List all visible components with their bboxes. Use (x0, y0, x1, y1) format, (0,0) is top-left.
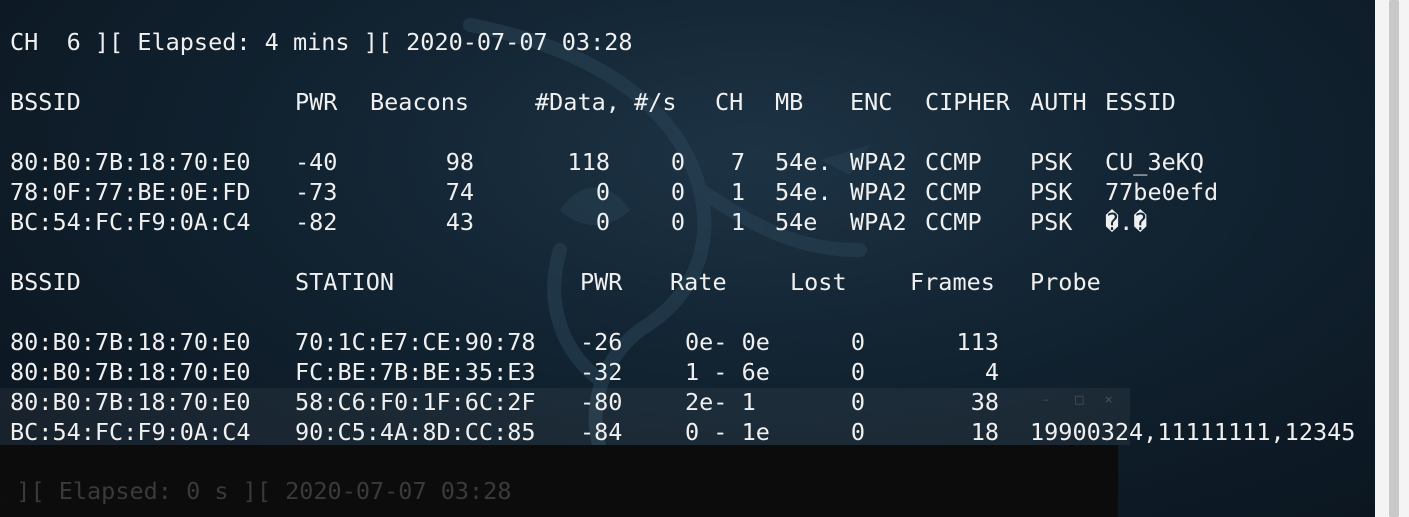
station-lost: 0 (850, 328, 865, 356)
station-frames: 113 (956, 328, 999, 356)
ap-bssid: BC:54:FC:F9:0A:C4 (10, 208, 251, 236)
ap-auth: PSK (1030, 178, 1073, 206)
station-mac: FC:BE:7B:BE:35:E3 (295, 358, 536, 386)
ap-data-rate: 0 (670, 178, 685, 206)
ap-data: 0 (595, 178, 610, 206)
station-frames: 38 (970, 388, 999, 416)
ap-pwr: -82 (295, 208, 338, 236)
station-lost: 0 (850, 418, 865, 446)
station-header-rate: Rate (670, 268, 727, 296)
ap-bssid: 80:B0:7B:18:70:E0 (10, 148, 251, 176)
station-mac: 58:C6:F0:1F:6C:2F (295, 388, 536, 416)
ap-header-ch: CH (715, 88, 744, 116)
station-bssid: BC:54:FC:F9:0A:C4 (10, 418, 251, 446)
ap-header-essid: ESSID (1105, 88, 1176, 116)
ap-data-rate: 0 (670, 208, 685, 236)
ap-enc: WPA2 (850, 148, 907, 176)
ap-mb: 54e (775, 208, 818, 236)
station-header-probe: Probe (1030, 268, 1101, 296)
ap-cipher: CCMP (925, 178, 982, 206)
station-pwr: -26 (580, 328, 623, 356)
scrollbar-thumb[interactable] (1389, 0, 1399, 517)
station-pwr: -32 (580, 358, 623, 386)
ap-header-auth: AUTH (1030, 88, 1087, 116)
station-header-pwr: PWR (580, 268, 623, 296)
ap-header-enc: ENC (850, 88, 893, 116)
ap-auth: PSK (1030, 148, 1073, 176)
ap-header-pwr: PWR (295, 88, 338, 116)
ap-pwr: -73 (295, 178, 338, 206)
station-frames: 4 (984, 358, 999, 386)
ap-pwr: -40 (295, 148, 338, 176)
ap-channel: 1 (730, 208, 745, 236)
station-header-lost: Lost (790, 268, 847, 296)
ap-essid: 77be0efd (1105, 178, 1219, 206)
ap-beacons: 98 (445, 148, 474, 176)
ap-data: 118 (567, 148, 610, 176)
ap-channel: 7 (730, 148, 745, 176)
station-header-station: STATION (295, 268, 395, 296)
status-line: CH 6 ][ Elapsed: 4 mins ][ 2020-07-07 03… (10, 28, 633, 56)
station-lost: 0 (850, 388, 865, 416)
station-rate: 2e- 1 (685, 388, 756, 416)
ap-cipher: CCMP (925, 208, 982, 236)
station-rate: 0 - 1e (685, 418, 770, 446)
station-bssid: 80:B0:7B:18:70:E0 (10, 388, 251, 416)
station-mac: 90:C5:4A:8D:CC:85 (295, 418, 536, 446)
ap-mb: 54e. (775, 148, 832, 176)
ap-header-data: #Data, #/s (535, 88, 677, 116)
ap-beacons: 74 (445, 178, 474, 206)
ap-mb: 54e. (775, 178, 832, 206)
station-lost: 0 (850, 358, 865, 386)
station-rate: 0e- 0e (685, 328, 770, 356)
ap-data: 0 (595, 208, 610, 236)
ap-auth: PSK (1030, 208, 1073, 236)
ap-header-bssid: BSSID (10, 88, 81, 116)
station-bssid: 80:B0:7B:18:70:E0 (10, 328, 251, 356)
ap-beacons: 43 (445, 208, 474, 236)
ap-bssid: 78:0F:77:BE:0E:FD (10, 178, 251, 206)
station-bssid: 80:B0:7B:18:70:E0 (10, 358, 251, 386)
ap-channel: 1 (730, 178, 745, 206)
ap-cipher: CCMP (925, 148, 982, 176)
ap-essid: CU_3eKQ (1105, 148, 1205, 176)
ap-essid: �.� (1105, 208, 1148, 236)
airodump-terminal[interactable]: CH 6 ][ Elapsed: 4 mins ][ 2020-07-07 03… (0, 0, 1375, 517)
ap-header-beacons: Beacons (370, 88, 470, 116)
station-pwr: -84 (580, 418, 623, 446)
station-header-bssid: BSSID (10, 268, 81, 296)
station-probe: 19900324,11111111,12345 (1030, 418, 1356, 446)
ap-data-rate: 0 (670, 148, 685, 176)
station-mac: 70:1C:E7:CE:90:78 (295, 328, 536, 356)
ap-header-mb: MB (775, 88, 804, 116)
station-rate: 1 - 6e (685, 358, 770, 386)
ap-header-cipher: CIPHER (925, 88, 1010, 116)
station-pwr: -80 (580, 388, 623, 416)
terminal-scrollbar[interactable] (1375, 0, 1409, 517)
station-header-frames: Frames (910, 268, 995, 296)
ap-enc: WPA2 (850, 208, 907, 236)
ap-enc: WPA2 (850, 178, 907, 206)
station-frames: 18 (970, 418, 999, 446)
